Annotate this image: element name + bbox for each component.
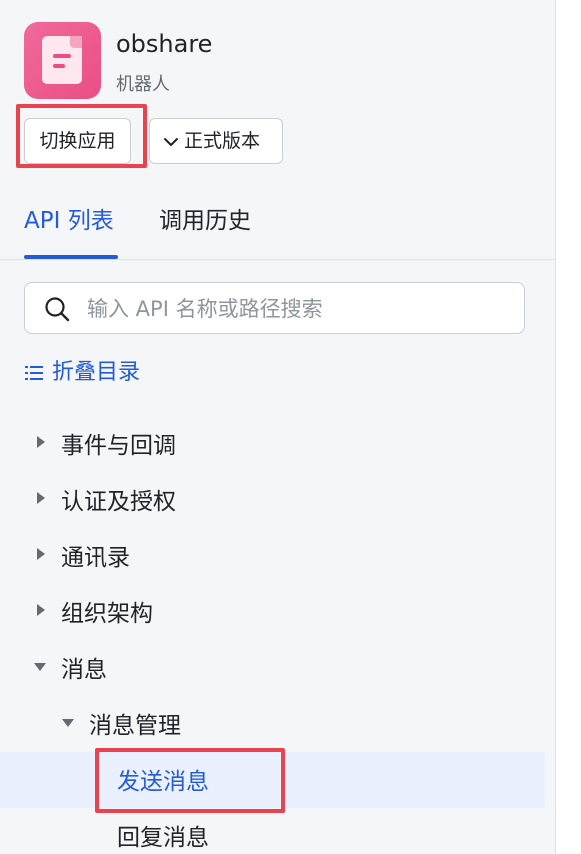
caret-right-icon[interactable] <box>37 548 45 560</box>
tabs-divider <box>0 259 555 260</box>
chevron-down-icon <box>164 137 178 146</box>
collapse-directory-button[interactable]: 折叠目录 <box>24 358 140 388</box>
caret-down-icon[interactable] <box>34 663 46 671</box>
tree-item-reply-message[interactable]: 回复消息 <box>117 822 209 854</box>
version-label: 正式版本 <box>184 130 261 152</box>
tree-item-message[interactable]: 消息 <box>61 654 107 686</box>
content-area-edge <box>556 0 581 854</box>
app-name: obshare <box>116 30 213 58</box>
api-sidebar: obshare 机器人 切换应用 正式版本 API 列表 调用历史 折叠目录 事… <box>0 0 555 854</box>
tree-item-message-management[interactable]: 消息管理 <box>89 710 181 742</box>
app-subtitle: 机器人 <box>116 74 170 95</box>
tree-item-events[interactable]: 事件与回调 <box>61 430 176 462</box>
caret-down-icon[interactable] <box>62 719 74 727</box>
collapse-label: 折叠目录 <box>52 360 141 385</box>
search-icon <box>45 297 70 322</box>
tree-item-organization[interactable]: 组织架构 <box>61 598 153 630</box>
tab-call-history[interactable]: 调用历史 <box>159 206 251 236</box>
list-icon <box>25 366 43 380</box>
selected-row-background <box>0 752 545 808</box>
search-input[interactable] <box>85 291 509 327</box>
tab-api-list[interactable]: API 列表 <box>24 206 114 236</box>
search-box[interactable] <box>24 282 525 334</box>
tree-item-auth[interactable]: 认证及授权 <box>61 486 176 518</box>
switch-app-button[interactable]: 切换应用 <box>24 118 131 164</box>
app-document-icon <box>24 22 101 99</box>
tree-item-contacts[interactable]: 通讯录 <box>61 542 130 574</box>
caret-right-icon[interactable] <box>37 604 45 616</box>
caret-right-icon[interactable] <box>37 436 45 448</box>
caret-right-icon[interactable] <box>37 492 45 504</box>
version-dropdown[interactable]: 正式版本 <box>149 118 283 164</box>
tree-item-send-message[interactable]: 发送消息 <box>117 766 209 798</box>
